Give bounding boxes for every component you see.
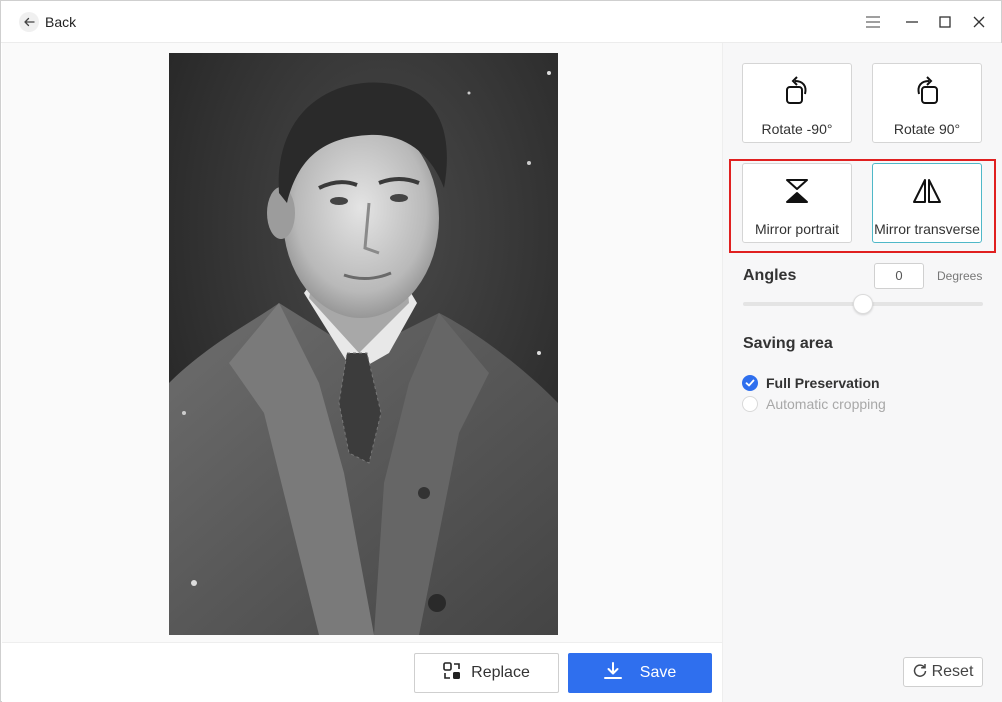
- full-preservation-label: Full Preservation: [766, 375, 880, 391]
- title-bar: Back: [1, 1, 1001, 43]
- rotate-left-icon: [743, 74, 851, 108]
- check-icon: [742, 375, 758, 391]
- minimize-icon[interactable]: [902, 12, 922, 32]
- option-automatic-cropping[interactable]: Automatic cropping: [742, 395, 886, 413]
- maximize-icon[interactable]: [935, 12, 955, 32]
- portrait-photo: [169, 53, 558, 635]
- rotate-right-icon: [873, 74, 981, 108]
- bottom-action-bar: Replace Save: [2, 642, 722, 702]
- save-button[interactable]: Save: [568, 653, 712, 693]
- reset-label: Reset: [931, 663, 974, 680]
- edit-panel: Rotate -90° Rotate 90° Mirror portrait M…: [722, 43, 1002, 702]
- degrees-label: Degrees: [937, 269, 983, 283]
- rotate-left-button[interactable]: Rotate -90°: [742, 63, 852, 143]
- angles-label: Angles: [743, 267, 797, 284]
- save-label: Save: [639, 664, 677, 681]
- mirror-portrait-label: Mirror portrait: [754, 221, 839, 237]
- flip-horizontal-icon: [873, 174, 981, 208]
- option-full-preservation[interactable]: Full Preservation: [742, 374, 880, 392]
- close-icon[interactable]: [969, 12, 989, 32]
- back-button[interactable]: Back: [19, 11, 76, 33]
- flip-vertical-icon: [743, 174, 851, 208]
- rotate-left-label: Rotate -90°: [761, 121, 833, 137]
- arrow-left-icon: [19, 12, 39, 32]
- reset-icon: [913, 663, 927, 682]
- app-window: Back Replace Save Rotate -90° Rotate 90°…: [0, 0, 1002, 702]
- hamburger-menu-icon[interactable]: [863, 12, 883, 32]
- replace-button[interactable]: Replace: [414, 653, 559, 693]
- download-icon: [603, 661, 622, 685]
- mirror-transverse-button[interactable]: Mirror transverse: [872, 163, 982, 243]
- rotate-right-label: Rotate 90°: [893, 121, 961, 137]
- replace-icon: [443, 661, 461, 685]
- angle-slider-thumb[interactable]: [853, 294, 873, 314]
- radio-unchecked-icon: [742, 396, 758, 412]
- replace-label: Replace: [471, 664, 530, 681]
- mirror-transverse-label: Mirror transverse: [874, 221, 980, 237]
- image-preview-area: [2, 43, 722, 642]
- automatic-cropping-label: Automatic cropping: [766, 396, 886, 412]
- angle-input[interactable]: 0: [874, 263, 924, 289]
- rotate-right-button[interactable]: Rotate 90°: [872, 63, 982, 143]
- back-label: Back: [45, 14, 77, 30]
- reset-button[interactable]: Reset: [903, 657, 983, 687]
- saving-area-label: Saving area: [743, 335, 833, 352]
- mirror-portrait-button[interactable]: Mirror portrait: [742, 163, 852, 243]
